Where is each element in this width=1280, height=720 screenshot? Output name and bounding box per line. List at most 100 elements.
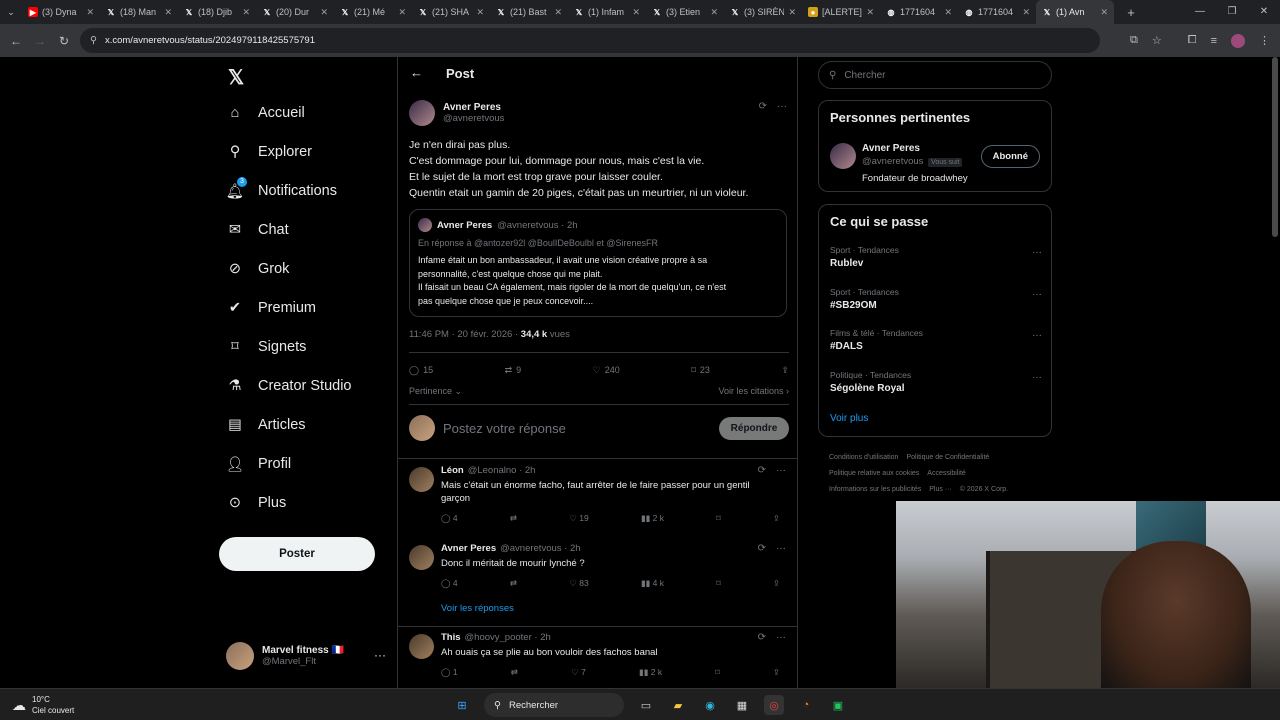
following-button[interactable]: Abonné xyxy=(980,145,1040,168)
browser-tab[interactable]: 𝕏 (1) Avn ✕ xyxy=(1036,0,1114,24)
grok-icon[interactable]: ⟳ xyxy=(758,543,766,554)
browser-tab[interactable]: ▶ (3) Dyna ✕ xyxy=(22,0,100,24)
nav-item-profil[interactable]: 👤︎ Profil xyxy=(226,455,291,473)
post-button[interactable]: Poster xyxy=(219,537,375,571)
reply-avatar[interactable] xyxy=(409,545,434,570)
browser-tab[interactable]: ◍ 1771604 ✕ xyxy=(880,0,958,24)
nav-item-signets[interactable]: ⌑ Signets xyxy=(226,338,306,356)
reply-post[interactable]: Avner Peres @avneretvous · 2h ⟳ ··· Donc … xyxy=(398,543,797,614)
nav-item-premium[interactable]: ✔ Premium xyxy=(226,299,316,317)
reply-action[interactable]: ◯ 15 xyxy=(409,365,433,376)
tab-close-icon[interactable]: ✕ xyxy=(398,7,406,18)
weather-widget[interactable]: ☁ 10°C Ciel couvert xyxy=(12,694,74,716)
tab-close-icon[interactable]: ✕ xyxy=(1022,7,1030,18)
quoted-post[interactable]: Avner Peres @avneretvous · 2h En réponse… xyxy=(409,209,787,317)
back-arrow-icon[interactable]: ← xyxy=(410,65,423,80)
views-action[interactable]: ▮▮ 2 k xyxy=(639,667,662,678)
view-citations-link[interactable]: Voir les citations › xyxy=(718,386,789,397)
address-bar[interactable]: ⚲ x.com/avneretvous/status/2024979118425… xyxy=(80,28,1100,53)
footer-link[interactable]: Informations sur les publicités xyxy=(829,486,921,493)
site-info-icon[interactable]: ⚲ xyxy=(90,35,97,46)
more-icon[interactable]: ··· xyxy=(776,632,786,643)
tab-search-chevron-icon[interactable]: ⌄ xyxy=(0,7,22,18)
new-tab-button[interactable]: + xyxy=(1120,5,1142,20)
bookmark-icon[interactable]: ⌑ xyxy=(716,578,720,589)
share-icon[interactable]: ⇪ xyxy=(773,578,780,589)
more-icon[interactable]: ··· xyxy=(1032,330,1042,341)
nav-item-explorer[interactable]: ⚲ Explorer xyxy=(226,143,312,161)
trend-item[interactable]: Sport · Tendances #SB29OM ··· xyxy=(830,287,1042,311)
nav-item-accueil[interactable]: ⌂ Accueil xyxy=(226,104,305,122)
more-icon[interactable]: ··· xyxy=(777,101,787,112)
footer-link[interactable]: Accessibilité xyxy=(927,470,966,477)
nav-item-chat[interactable]: ✉ Chat xyxy=(226,221,289,239)
footer-link[interactable]: Plus ··· xyxy=(929,486,952,493)
reply-action[interactable]: ◯ 4 xyxy=(441,578,458,589)
minimize-icon[interactable]: — xyxy=(1184,0,1216,24)
like-action[interactable]: ♡ 7 xyxy=(571,667,586,678)
grok-icon[interactable]: ⟳ xyxy=(758,632,766,643)
chrome-icon[interactable]: ◎ xyxy=(764,695,784,715)
tab-close-icon[interactable]: ✕ xyxy=(1100,7,1108,18)
more-icon[interactable]: ··· xyxy=(1032,289,1042,300)
profile-avatar[interactable] xyxy=(1231,33,1245,48)
reply-author[interactable]: This xyxy=(441,632,461,643)
more-icon[interactable]: ··· xyxy=(1032,372,1042,383)
like-action[interactable]: ♡ 240 xyxy=(593,365,620,376)
reply-avatar[interactable] xyxy=(409,634,434,659)
browser-tab[interactable]: 𝕏 (3) Etien ✕ xyxy=(646,0,724,24)
share-icon[interactable]: ⇪ xyxy=(773,667,780,678)
nav-item-articles[interactable]: ▤ Articles xyxy=(226,416,305,434)
footer-link[interactable]: Politique de Confidentialité xyxy=(906,454,989,461)
share-action[interactable]: ⇪ xyxy=(781,365,789,376)
tab-close-icon[interactable]: ✕ xyxy=(632,7,640,18)
more-icon[interactable]: ··· xyxy=(374,648,386,662)
see-replies-link[interactable]: Voir les réponses xyxy=(441,603,786,614)
reply-post[interactable]: This @hoovy_pooter · 2h ⟳ ··· Ah ouais ça… xyxy=(398,632,797,678)
x-logo-icon[interactable]: 𝕏 xyxy=(228,65,244,90)
browser-tab[interactable]: 𝕏 (20) Dur ✕ xyxy=(256,0,334,24)
trend-item[interactable]: Films & télé · Tendances #DALS ··· xyxy=(830,328,1042,352)
browser-tab[interactable]: 𝕏 (3) SIRÈN ✕ xyxy=(724,0,802,24)
browser-tab[interactable]: 𝕏 (21) SHA ✕ xyxy=(412,0,490,24)
firefox-icon[interactable]: ◔ xyxy=(796,695,816,715)
extensions-icon[interactable]: ⧠ xyxy=(1188,34,1197,47)
tab-close-icon[interactable]: ✕ xyxy=(476,7,484,18)
account-switcher[interactable]: Marvel fitness 🇫🇷 @Marvel_Flt ··· xyxy=(226,642,386,670)
close-window-icon[interactable]: ✕ xyxy=(1248,0,1280,24)
browser-tab[interactable]: 𝕏 (18) Man ✕ xyxy=(100,0,178,24)
reply-action[interactable]: ◯ 4 xyxy=(441,513,458,524)
reply-button[interactable]: Répondre xyxy=(719,416,789,440)
repost-icon[interactable]: ⇄ xyxy=(510,578,517,589)
browser-tab[interactable]: 𝕏 (1) Infam ✕ xyxy=(568,0,646,24)
reload-icon[interactable]: ↻ xyxy=(52,34,76,48)
tab-close-icon[interactable]: ✕ xyxy=(164,7,172,18)
grok-icon[interactable]: ⟳ xyxy=(758,465,766,476)
maximize-icon[interactable]: ❐ xyxy=(1216,0,1248,24)
menu-icon[interactable]: ⋮ xyxy=(1259,34,1270,47)
bookmark-icon[interactable]: ⌑ xyxy=(716,513,720,524)
reply-post[interactable]: Léon @Leonalno · 2h ⟳ ··· Mais c'était un… xyxy=(398,465,797,524)
task-view-icon[interactable]: ▭ xyxy=(636,695,656,715)
sort-dropdown[interactable]: Pertinence ⌄ xyxy=(409,386,462,397)
repost-action[interactable]: ⇄ 9 xyxy=(505,365,522,376)
tab-close-icon[interactable]: ✕ xyxy=(320,7,328,18)
tab-close-icon[interactable]: ✕ xyxy=(242,7,250,18)
nav-item-creator-studio[interactable]: ⚗ Creator Studio xyxy=(226,377,352,395)
author-avatar[interactable] xyxy=(409,100,435,126)
grok-icon[interactable]: ⟳ xyxy=(759,101,767,112)
file-explorer-icon[interactable]: ▰ xyxy=(668,695,688,715)
search-input[interactable]: ⚲ Chercher xyxy=(818,61,1052,89)
trend-item[interactable]: Politique · Tendances Ségolène Royal ··· xyxy=(830,370,1042,394)
nav-item-notifications[interactable]: 🔔︎ 3 Notifications xyxy=(226,177,337,200)
tab-close-icon[interactable]: ✕ xyxy=(710,7,718,18)
reply-author[interactable]: Léon xyxy=(441,465,464,476)
footer-link[interactable]: Conditions d'utilisation xyxy=(829,454,898,461)
taskbar-search[interactable]: ⚲ Rechercher xyxy=(484,693,624,717)
reply-author[interactable]: Avner Peres xyxy=(441,543,496,554)
app-icon[interactable]: ▣ xyxy=(828,695,848,715)
views-action[interactable]: ▮▮ 2 k xyxy=(641,513,664,524)
footer-link[interactable]: Politique relative aux cookies xyxy=(829,470,919,477)
repost-icon[interactable]: ⇄ xyxy=(511,667,518,678)
install-icon[interactable]: ⧉ xyxy=(1130,34,1138,47)
